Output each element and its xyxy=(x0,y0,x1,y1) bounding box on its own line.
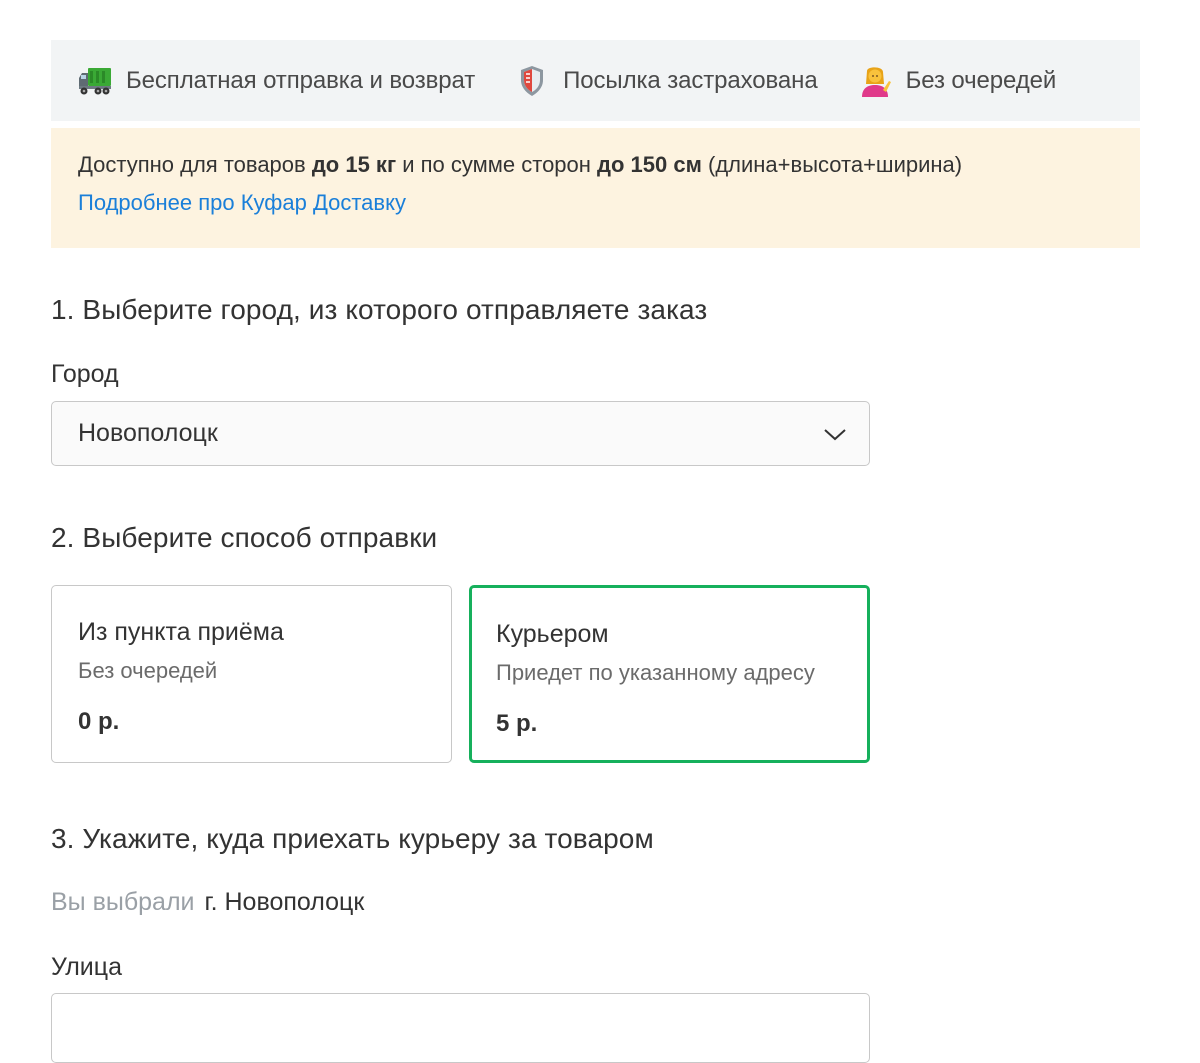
street-input[interactable] xyxy=(51,993,870,1063)
delivery-features-bar: Бесплатная отправка и возврат Посылка за… xyxy=(51,40,1140,121)
chosen-city-label: Вы выбрали xyxy=(51,888,195,916)
shipping-option-pickup-point[interactable]: Из пункта приёма Без очередей 0 р. xyxy=(51,585,452,763)
feature-insurance: Посылка застрахована xyxy=(515,64,818,98)
person-tipping-hand-icon xyxy=(858,64,892,98)
city-select-value: Новополоцк xyxy=(78,419,218,447)
feature-label: Бесплатная отправка и возврат xyxy=(126,66,476,94)
option-price: 5 р. xyxy=(496,710,538,737)
delivery-truck-icon xyxy=(78,64,112,98)
shield-icon xyxy=(515,64,549,98)
step2-title: 2. Выберите способ отправки xyxy=(51,522,438,553)
city-select[interactable]: Новополоцк xyxy=(51,401,870,466)
option-price: 0 р. xyxy=(78,708,120,735)
option-title: Из пункта приёма xyxy=(78,618,284,646)
size-limits-notice: Доступно для товаров до 15 кг и по сумме… xyxy=(51,128,1140,248)
feature-label: Посылка застрахована xyxy=(563,66,818,94)
step1-title: 1. Выберите город, из которого отправляе… xyxy=(51,294,708,325)
chevron-down-icon xyxy=(823,424,847,444)
weight-limit: до 15 кг xyxy=(311,152,397,177)
street-label: Улица xyxy=(51,953,122,981)
option-subtitle: Приедет по указанному адресу xyxy=(496,660,815,685)
feature-free-shipping: Бесплатная отправка и возврат xyxy=(78,64,475,98)
option-subtitle: Без очередей xyxy=(78,658,218,683)
chosen-city-value: г. Новополоцк xyxy=(204,888,365,916)
city-label: Город xyxy=(51,360,119,388)
step3-title: 3. Укажите, куда приехать курьеру за тов… xyxy=(51,823,654,854)
feature-no-queues: Без очередей xyxy=(858,64,1057,98)
size-limits-text: Доступно для товаров до 15 кг и по сумме… xyxy=(78,152,963,177)
option-title: Курьером xyxy=(496,620,609,648)
shipping-option-courier[interactable]: Курьером Приедет по указанному адресу 5 … xyxy=(469,585,870,763)
chosen-city: Вы выбрали г. Новополоцк xyxy=(51,888,364,917)
size-limit: до 150 см xyxy=(597,152,702,177)
delivery-info-link[interactable]: Подробнее про Куфар Доставку xyxy=(78,190,406,216)
feature-label: Без очередей xyxy=(905,66,1057,94)
